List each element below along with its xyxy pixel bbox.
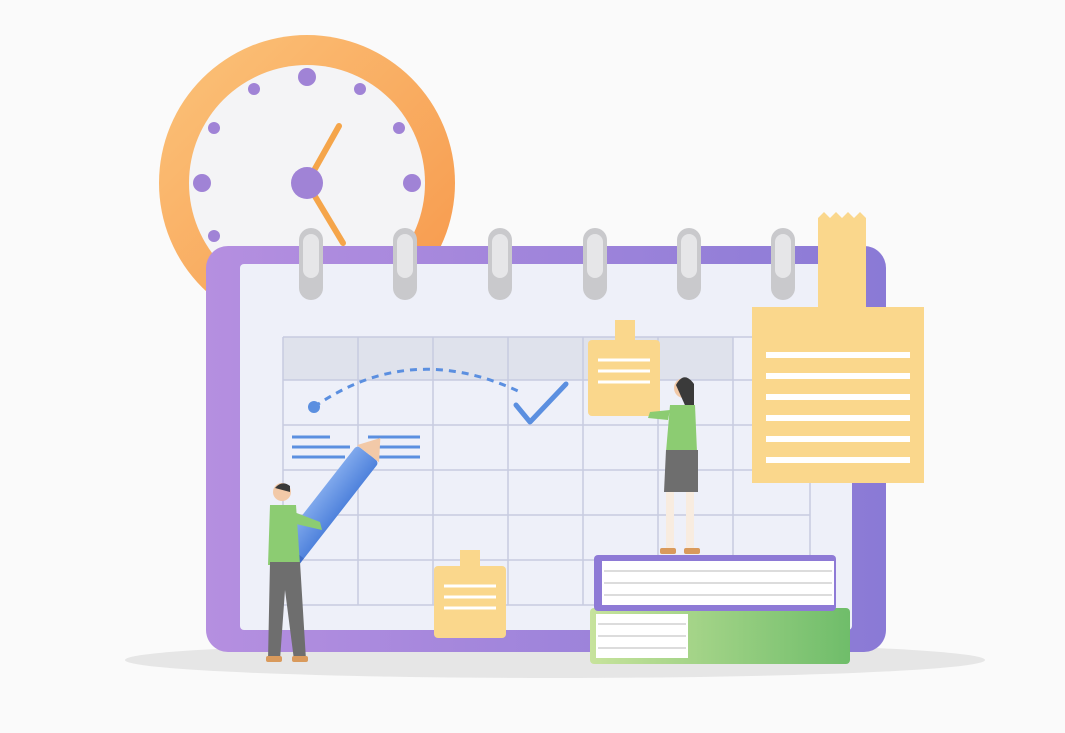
schedule-illustration — [125, 35, 985, 678]
book-stack — [590, 555, 850, 664]
